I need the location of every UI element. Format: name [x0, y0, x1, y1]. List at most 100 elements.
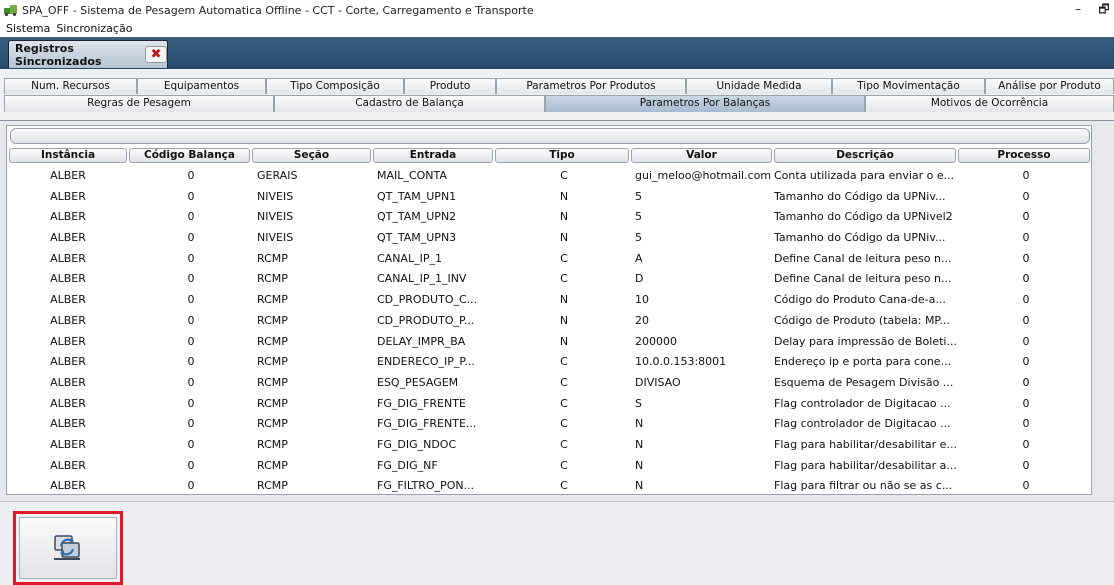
tab-tipo-composicao[interactable]: Tipo Composição	[266, 78, 404, 94]
cell-entrada: FG_DIG_FRENTE...	[377, 417, 477, 431]
tab-num-recursos[interactable]: Num. Recursos	[4, 78, 137, 94]
cell-instancia: ALBER	[50, 272, 86, 286]
table-row[interactable]: ALBER 0 RCMP DELAY_IMPR_BA N 200000 Delay para…	[7, 332, 1091, 353]
cell-instancia: ALBER	[50, 313, 86, 327]
tab-parametros-por-produtos[interactable]: Parametros Por Produtos	[496, 78, 686, 94]
tab-motivos-de-ocorrencia[interactable]: Motivos de Ocorrência	[865, 95, 1114, 112]
table-row[interactable]: ALBER 0 RCMP FG_DIG_FRENTE... C N Flag control…	[7, 414, 1091, 435]
cell-secao: NIVEIS	[257, 189, 294, 203]
column-header-entrada[interactable]: Entrada	[373, 148, 493, 163]
table-row[interactable]: ALBER 0 NIVEIS QT_TAM_UPN1 N 5 Tamanho do Códi…	[7, 187, 1091, 208]
table-row[interactable]: ALBER 0 RCMP CANAL_IP_1 C A Define Canal de le…	[7, 249, 1091, 270]
cell-valor: 5	[635, 210, 642, 224]
tab-row-2: Regras de Pesagem Cadastro de Balança Pa…	[0, 95, 1114, 112]
cell-entrada: ESQ_PESAGEM	[377, 375, 459, 389]
cell-valor: N	[635, 458, 644, 472]
cell-tipo: C	[560, 355, 568, 369]
cell-instancia: ALBER	[50, 437, 86, 451]
menu-sincronizacao[interactable]: Sincronização	[56, 22, 132, 35]
table-row[interactable]: ALBER 0 RCMP FG_DIG_FRENTE C S Flag controlado…	[7, 394, 1091, 415]
cell-processo: 0	[1022, 313, 1030, 327]
cell-processo: 0	[1022, 272, 1030, 286]
tab-equipamentos[interactable]: Equipamentos	[137, 78, 266, 94]
table-row[interactable]: ALBER 0 RCMP CD_PRODUTO_C... N 10 Código do Pr…	[7, 290, 1091, 311]
title-bar: SPA_OFF - Sistema de Pesagem Automatica …	[0, 0, 1114, 20]
table-row[interactable]: ALBER 0 RCMP FG_DIG_NF C N Flag para habilitar…	[7, 456, 1091, 477]
cell-processo: 0	[1022, 417, 1030, 431]
cell-codigo-balanca: 0	[187, 251, 195, 265]
table-row[interactable]: ALBER 0 RCMP FG_DIG_NDOC C N Flag para habilit…	[7, 435, 1091, 456]
cell-entrada: ENDERECO_IP_P...	[377, 355, 475, 369]
window-title: SPA_OFF - Sistema de Pesagem Automatica …	[22, 3, 534, 17]
cell-instancia: ALBER	[50, 355, 86, 369]
column-header-descricao[interactable]: Descrição	[774, 148, 956, 163]
tab-registros-sincronizados[interactable]: Registros Sincronizados ✖	[8, 40, 168, 68]
table-row[interactable]: ALBER 0 RCMP CANAL_IP_1_INV C D Define Canal d…	[7, 269, 1091, 290]
column-header-valor[interactable]: Valor	[631, 148, 772, 163]
cell-entrada: QT_TAM_UPN2	[377, 210, 457, 224]
close-tab-button[interactable]: ✖	[145, 46, 167, 63]
filter-bar[interactable]	[10, 128, 1090, 144]
cell-descricao: Código do Produto Cana-de-a...	[774, 293, 946, 307]
cell-codigo-balanca: 0	[187, 437, 195, 451]
column-header-instancia[interactable]: Instância	[9, 148, 127, 163]
cell-entrada: DELAY_IMPR_BA	[377, 334, 466, 348]
cell-descricao: Define Canal de leitura peso n...	[774, 251, 952, 265]
cell-descricao: Esquema de Pesagem Divisão ...	[774, 375, 954, 389]
tab-regras-de-pesagem[interactable]: Regras de Pesagem	[4, 95, 274, 112]
cell-entrada: CANAL_IP_1	[377, 251, 442, 265]
tab-parametros-por-balancas[interactable]: Parametros Por Balanças	[545, 95, 865, 112]
sync-button[interactable]	[13, 511, 123, 585]
column-header-secao[interactable]: Seção	[252, 148, 371, 163]
cell-tipo: N	[559, 334, 569, 348]
cell-codigo-balanca: 0	[187, 334, 195, 348]
restore-button[interactable]: 🗗	[1096, 2, 1112, 16]
cell-tipo: N	[559, 231, 569, 245]
table-row[interactable]: ALBER 0 RCMP CD_PRODUTO_P... N 20 Código de Pr…	[7, 311, 1091, 332]
tab-unidade-medida[interactable]: Unidade Medida	[686, 78, 832, 94]
cell-valor: 20	[635, 313, 649, 327]
cell-valor: 10.0.0.153:8001	[635, 355, 727, 369]
cell-valor: N	[635, 437, 644, 451]
tab-produto[interactable]: Produto	[404, 78, 496, 94]
cell-tipo: C	[560, 437, 568, 451]
cell-descricao: Delay para impressão de Boleti...	[774, 334, 957, 348]
cell-valor: DIVISAO	[635, 375, 681, 389]
parameters-table-panel: Instância Código Balança Seção Entrada T…	[6, 125, 1092, 495]
cell-secao: RCMP	[257, 272, 288, 286]
cell-tipo: C	[560, 396, 568, 410]
cell-valor: S	[635, 396, 642, 410]
table-row[interactable]: ALBER 0 RCMP ENDERECO_IP_P... C 10.0.0.153:80…	[7, 352, 1091, 373]
cell-tipo: C	[560, 272, 568, 286]
cell-tipo: C	[560, 479, 568, 493]
tab-cadastro-de-balanca[interactable]: Cadastro de Balança	[274, 95, 545, 112]
tab-analise-por-produto[interactable]: Análise por Produto	[985, 78, 1114, 94]
column-header-codigo-balanca[interactable]: Código Balança	[129, 148, 250, 163]
cell-secao: RCMP	[257, 293, 288, 307]
minimize-button[interactable]: –	[1070, 2, 1086, 16]
cell-valor: 200000	[635, 334, 677, 348]
table-row[interactable]: ALBER 0 RCMP ESQ_PESAGEM C DIVISAO Esquema de …	[7, 373, 1091, 394]
cell-secao: RCMP	[257, 334, 288, 348]
menu-sistema[interactable]: Sistema	[6, 22, 50, 35]
cell-processo: 0	[1022, 355, 1030, 369]
cell-secao: RCMP	[257, 458, 288, 472]
cell-secao: RCMP	[257, 479, 288, 493]
cell-descricao: Endereço ip e porta para cone...	[774, 355, 952, 369]
table-row[interactable]: ALBER 0 NIVEIS QT_TAM_UPN2 N 5 Tamanho do Códi…	[7, 207, 1091, 228]
cell-processo: 0	[1022, 189, 1030, 203]
tab-tipo-movimentacao[interactable]: Tipo Movimentação	[832, 78, 985, 94]
table-row[interactable]: ALBER 0 GERAIS MAIL_CONTA Cgui_meloo@hotmail…	[7, 166, 1091, 187]
cell-codigo-balanca: 0	[187, 231, 195, 245]
table-row[interactable]: ALBER 0 RCMP FG_FILTRO_PON... C N Flag para fi…	[7, 476, 1091, 497]
cell-processo: 0	[1022, 437, 1030, 451]
cell-tipo: C	[560, 169, 568, 182]
cell-codigo-balanca: 0	[187, 313, 195, 327]
cell-descricao: Tamanho do Código da UPNiv...	[774, 231, 946, 245]
table-row[interactable]: ALBER 0 NIVEIS QT_TAM_UPN3 N 5 Tamanho do Códi…	[7, 228, 1091, 249]
cell-secao: RCMP	[257, 396, 288, 410]
cell-valor: N	[635, 479, 644, 493]
cell-entrada: FG_FILTRO_PON...	[377, 479, 475, 493]
column-header-tipo[interactable]: Tipo	[495, 148, 629, 163]
column-header-processo[interactable]: Processo	[958, 148, 1090, 163]
